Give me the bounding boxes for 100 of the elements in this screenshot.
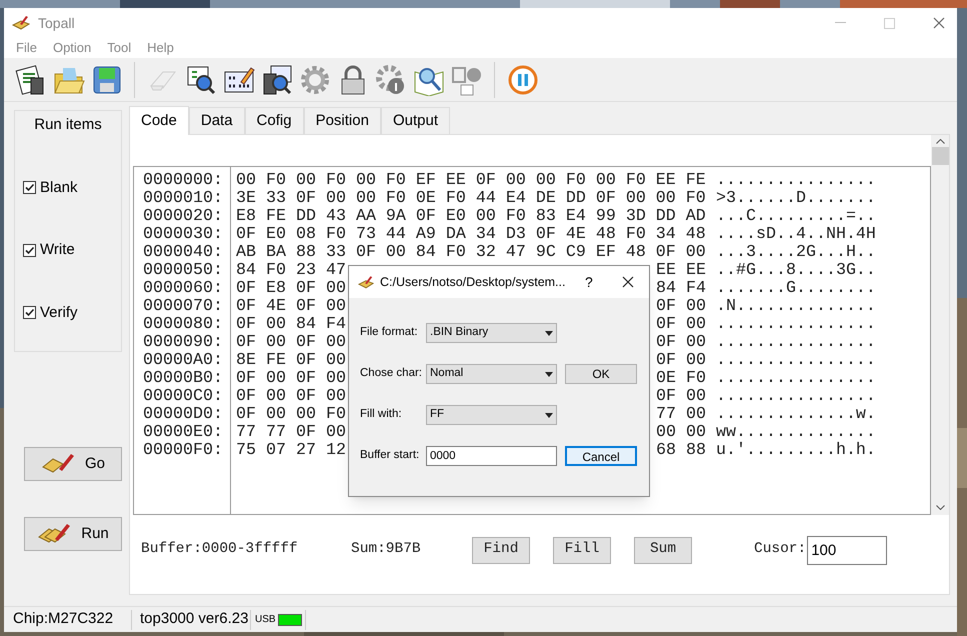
buffer-button[interactable]: Sum: [634, 536, 692, 564]
scrollbar[interactable]: [931, 135, 949, 515]
checksum: Sum:9B7B: [351, 540, 422, 560]
ascii-text: ....sD..4..NH.4H: [716, 226, 876, 244]
hex-bytes: 0F 4E 0F 00: [236, 298, 347, 316]
hex-bytes: 75 07 27 12: [236, 442, 347, 460]
offset-label: 0000060:: [143, 280, 224, 298]
offset-label: 00000D0:: [143, 406, 224, 424]
window-title: Topall: [38, 14, 75, 33]
ascii-text: ................: [716, 172, 876, 190]
hex-bytes: 8E FE 0F 00: [236, 352, 347, 370]
hex-bytes: 77 00: [656, 406, 707, 424]
checkbox[interactable]: [23, 244, 36, 257]
ascii-text: ww..............: [716, 424, 876, 442]
dropdown[interactable]: .BIN Binary: [426, 323, 557, 343]
pause-icon[interactable]: [506, 64, 538, 96]
hex-bytes: EE EE: [656, 262, 707, 280]
hex-bytes: 00 00: [656, 424, 707, 442]
scroll-up-icon[interactable]: [936, 139, 944, 144]
field-label: Chose char:: [360, 366, 424, 382]
ascii-text: ................: [716, 370, 876, 388]
hex-bytes: 0F 00: [656, 298, 707, 316]
offset-label: 0000040:: [143, 244, 224, 262]
caret-icon: [545, 412, 553, 418]
document-chip-icon[interactable]: [14, 64, 46, 96]
hex-bytes: 0F 00: [656, 316, 707, 334]
hex-bytes: 0F 00: [656, 388, 707, 406]
hex-bytes: 3E 33 0F 00 00 F0 0E F0 44 E4 DE DD 0F 00 00 F0: [236, 190, 707, 208]
dropdown[interactable]: Nomal: [426, 364, 557, 384]
tab[interactable]: Code: [129, 106, 189, 135]
ascii-text: ................: [716, 316, 876, 334]
tab[interactable]: Cofig: [244, 107, 304, 134]
offset-label: 0000050:: [143, 262, 224, 280]
hex-bytes: E8 FE DD 43 AA 9A 0F E0 00 F0 83 E4 99 3D DD AD: [236, 208, 707, 226]
usb-label: USB: [255, 613, 276, 627]
input-field[interactable]: 0000: [426, 446, 557, 466]
offset-label: 0000000:: [143, 172, 224, 190]
offset-label: 00000C0:: [143, 388, 224, 406]
chip-magnifier-icon[interactable]: [260, 64, 292, 96]
buffer-range: Buffer:0000-3fffff: [141, 540, 299, 560]
ascii-text: ..#G...8....3G..: [716, 262, 876, 280]
ascii-text: .......G........: [716, 280, 876, 298]
offset-label: 0000080:: [143, 316, 224, 334]
run-button[interactable]: Run: [24, 517, 122, 551]
caret-icon: [545, 330, 553, 336]
offset-label: 0000020:: [143, 208, 224, 226]
scroll-down-icon[interactable]: [936, 505, 944, 510]
dropdown[interactable]: FF: [426, 405, 557, 425]
version-label: top3000 ver6.23: [140, 609, 250, 630]
checkbox[interactable]: [23, 306, 36, 320]
dialog-title: C:/Users/notso/Desktop/system...: [380, 274, 566, 291]
field-label: Fill with:: [360, 407, 403, 422]
close-icon[interactable]: [622, 276, 634, 288]
hex-bytes: 77 77 0F 00: [236, 424, 347, 442]
checkbox-label: Blank: [40, 178, 78, 198]
buffer-button[interactable]: Find: [472, 536, 530, 564]
offset-label: 00000E0:: [143, 424, 224, 442]
document-magnifier-icon[interactable]: [184, 64, 216, 96]
gear-info-icon[interactable]: [374, 64, 406, 96]
ascii-text: ..............w.: [716, 406, 876, 424]
menu-item[interactable]: Option: [44, 38, 100, 58]
hex-bytes: AB BA 88 33 0F 00 84 F0 32 47 9C C9 EF 48 0F 00: [236, 244, 707, 262]
ascii-text: ................: [716, 388, 876, 406]
dialog-button[interactable]: Cancel: [565, 446, 637, 466]
menu-item[interactable]: File: [8, 38, 45, 58]
tab[interactable]: Output: [380, 107, 450, 134]
hex-bytes: 0F E0 08 F0 73 44 A9 DA 34 D3 0F 4E 48 F0 34 48: [236, 226, 707, 244]
app-icon: [12, 15, 30, 31]
scroll-thumb[interactable]: [932, 147, 948, 165]
hex-bytes: 0F 00 0F 00: [236, 334, 347, 352]
ascii-text: ...3....2G...H..: [716, 244, 876, 262]
tab[interactable]: Data: [188, 107, 245, 134]
hex-bytes: 00 F0 00 F0 00 F0 EF EE 0F 00 00 F0 00 F0 EE FE: [236, 172, 707, 190]
buffer-button[interactable]: Fill: [553, 536, 611, 564]
hex-bytes: 0F 00: [656, 334, 707, 352]
offset-label: 00000B0:: [143, 370, 224, 388]
field-label: File format:: [360, 325, 419, 340]
offset-label: 0000030:: [143, 226, 224, 244]
app-icon: [358, 274, 374, 290]
offset-label: 0000090:: [143, 334, 224, 352]
dialog-button[interactable]: OK: [565, 364, 637, 384]
hex-bytes: 68 88: [656, 442, 707, 460]
cursor-field[interactable]: 100: [807, 536, 888, 564]
checkbox[interactable]: [23, 181, 36, 194]
offset-label: 0000070:: [143, 298, 224, 316]
hex-bytes: 0F 00 84 F4: [236, 316, 347, 334]
caret-icon: [545, 372, 553, 376]
help-button[interactable]: ?: [585, 272, 593, 292]
hex-bytes: 0F E8 0F 00: [236, 280, 347, 298]
ascii-text: ...C.........=..: [716, 208, 876, 226]
ascii-text: ................: [716, 352, 876, 370]
hex-bytes: 0F 00 00 F0: [236, 406, 347, 424]
tab[interactable]: Position: [304, 107, 381, 134]
offset-label: 00000F0:: [143, 442, 224, 460]
hex-bytes: 0F 00 0F 00: [236, 370, 347, 388]
go-button[interactable]: Go: [24, 447, 122, 481]
menu-item[interactable]: Tool: [99, 38, 140, 58]
ascii-text: ................: [716, 334, 876, 352]
hex-bytes: 0F 00 0F 00: [236, 388, 347, 406]
menu-item[interactable]: Help: [139, 38, 182, 58]
